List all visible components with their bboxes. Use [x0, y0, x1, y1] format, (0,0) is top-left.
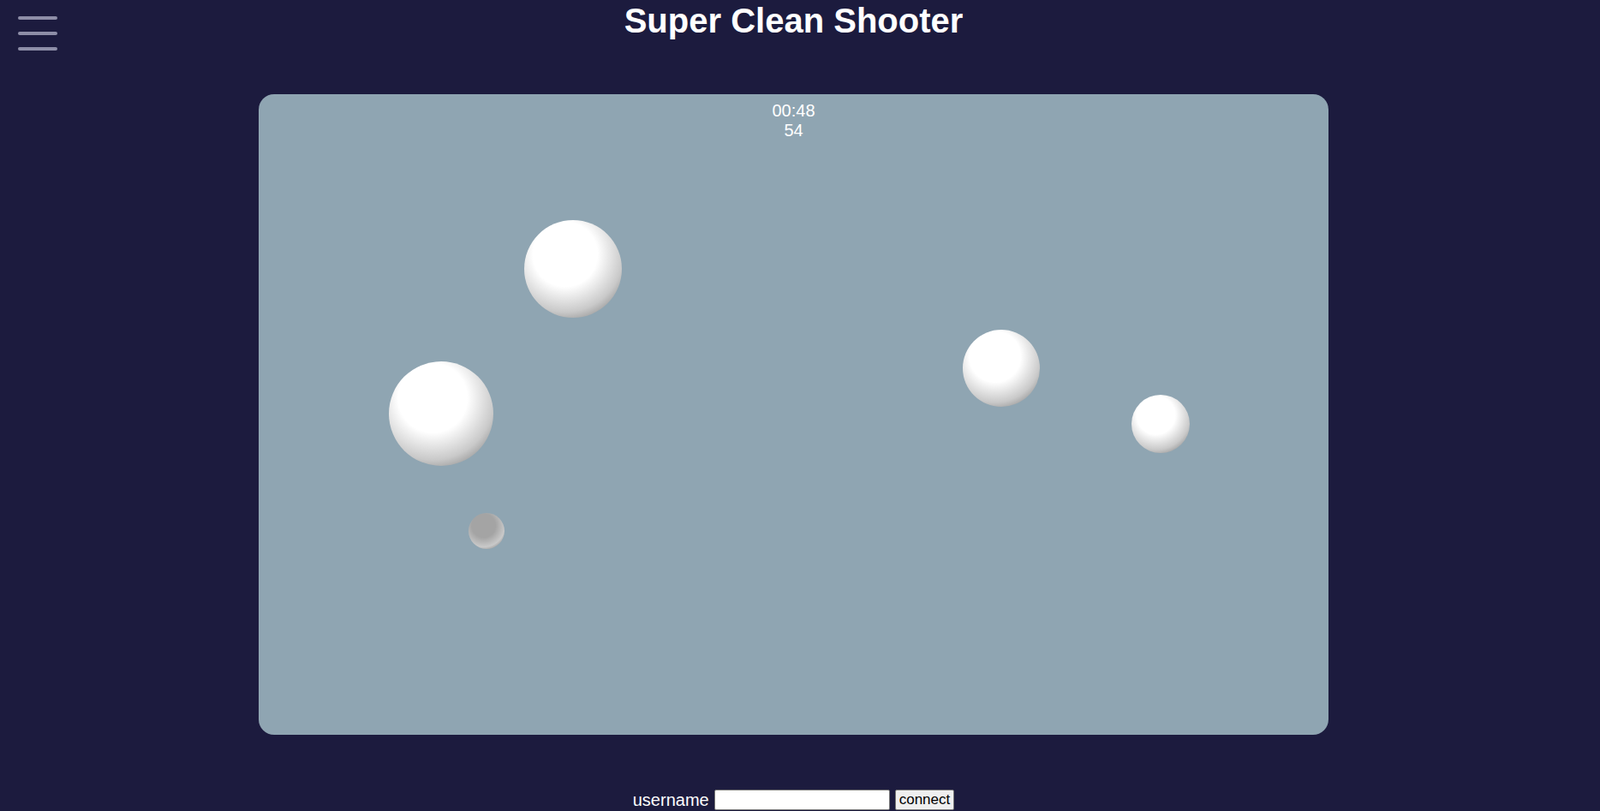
game-area[interactable]: 00:4854	[258, 94, 1329, 735]
target-ball[interactable]	[1131, 394, 1190, 454]
username-input[interactable]	[714, 789, 890, 811]
target-ball[interactable]	[524, 220, 622, 318]
header: Super Clean Shooter	[0, 0, 1588, 60]
connect-button[interactable]: connect	[895, 789, 956, 811]
menu-line	[17, 47, 58, 51]
login-form: username connect	[632, 789, 955, 811]
menu-line	[17, 16, 58, 20]
title: Super Clean Shooter	[624, 0, 964, 41]
target-ball[interactable]	[962, 329, 1040, 407]
hamburger-icon[interactable]	[17, 16, 58, 51]
timer: 00:48	[771, 101, 815, 121]
target-ball[interactable]	[388, 361, 494, 466]
score: 54	[783, 120, 803, 141]
username-label: username	[632, 789, 710, 811]
hud: 00:4854	[258, 94, 1329, 141]
menu-line	[17, 31, 58, 36]
target-ball[interactable]	[468, 513, 505, 550]
page: Super Clean Shooter 00:4854 username connec…	[0, 0, 1588, 811]
